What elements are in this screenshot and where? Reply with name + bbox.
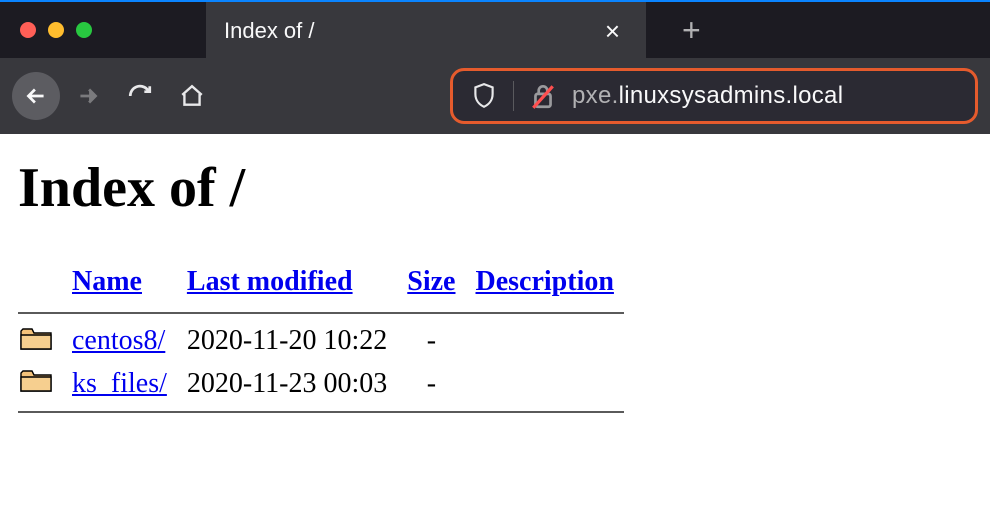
sort-description-link[interactable]: Description	[476, 266, 614, 297]
row-name-cell: ks_files/	[62, 363, 177, 406]
tab-title: Index of /	[224, 18, 597, 44]
header-icon	[18, 262, 62, 306]
sort-size-link[interactable]: Size	[407, 266, 455, 297]
insecure-lock-icon[interactable]	[530, 82, 556, 110]
minimize-window-button[interactable]	[48, 22, 64, 38]
row-icon-cell	[18, 320, 62, 363]
page-heading: Index of /	[18, 156, 972, 220]
table-header-row: Name Last modified Size Description	[18, 262, 624, 306]
row-size-cell: -	[397, 320, 465, 363]
shield-icon[interactable]	[471, 82, 497, 110]
browser-tab[interactable]: Index of / ×	[206, 2, 646, 60]
window-controls	[0, 22, 92, 38]
header-description: Description	[466, 262, 624, 306]
sort-modified-link[interactable]: Last modified	[187, 266, 353, 297]
close-window-button[interactable]	[20, 22, 36, 38]
folder-icon	[20, 367, 52, 401]
url-text: pxe.linuxsysadmins.local	[572, 82, 843, 110]
header-size: Size	[397, 262, 465, 306]
page-content: Index of / Name Last modified Size Descr…	[0, 134, 990, 441]
divider-row	[18, 405, 624, 419]
browser-titlebar: Index of / × +	[0, 0, 990, 58]
address-bar[interactable]: pxe.linuxsysadmins.local	[450, 68, 978, 124]
row-icon-cell	[18, 363, 62, 406]
close-tab-button[interactable]: ×	[597, 12, 628, 51]
row-modified-cell: 2020-11-23 00:03	[177, 363, 397, 406]
row-description-cell	[466, 320, 624, 363]
entry-link[interactable]: centos8/	[72, 325, 165, 356]
reload-button[interactable]	[116, 72, 164, 120]
entry-link[interactable]: ks_files/	[72, 368, 167, 399]
table-row: centos8/ 2020-11-20 10:22 -	[18, 320, 624, 363]
row-description-cell	[466, 363, 624, 406]
new-tab-button[interactable]: +	[670, 12, 713, 49]
table-row: ks_files/ 2020-11-23 00:03 -	[18, 363, 624, 406]
url-domain: linuxsysadmins.local	[619, 82, 844, 109]
back-button[interactable]	[12, 72, 60, 120]
directory-listing-table: Name Last modified Size Description cent…	[18, 262, 624, 419]
sort-name-link[interactable]: Name	[72, 266, 142, 297]
row-name-cell: centos8/	[62, 320, 177, 363]
divider	[18, 411, 624, 413]
row-size-cell: -	[397, 363, 465, 406]
arrow-left-icon	[23, 83, 49, 109]
arrow-right-icon	[75, 83, 101, 109]
separator	[513, 81, 514, 111]
browser-toolbar: pxe.linuxsysadmins.local	[0, 58, 990, 134]
forward-button[interactable]	[64, 72, 112, 120]
divider	[18, 312, 624, 314]
reload-icon	[127, 83, 153, 109]
row-modified-cell: 2020-11-20 10:22	[177, 320, 397, 363]
folder-icon	[20, 325, 52, 359]
header-name: Name	[62, 262, 177, 306]
home-button[interactable]	[168, 72, 216, 120]
divider-row	[18, 306, 624, 320]
home-icon	[179, 83, 205, 109]
url-subdomain: pxe.	[572, 82, 619, 109]
header-last-modified: Last modified	[177, 262, 397, 306]
maximize-window-button[interactable]	[76, 22, 92, 38]
